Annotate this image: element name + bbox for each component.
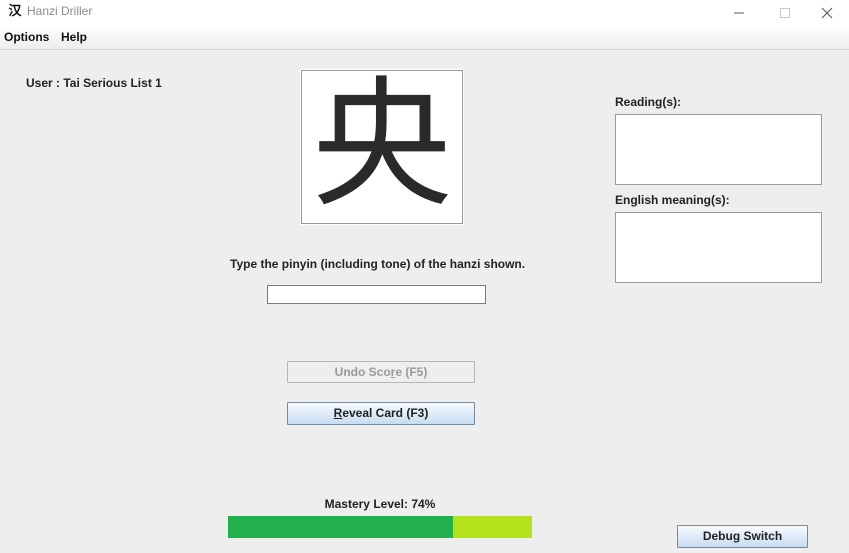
title-bar[interactable]: 汉 Hanzi Driller — [0, 0, 849, 25]
reveal-label-end: eveal Card (F3) — [342, 406, 429, 420]
maximize-button[interactable] — [762, 0, 808, 25]
user-label: User : Tai Serious List 1 — [26, 76, 162, 90]
minimize-icon — [734, 12, 744, 14]
meaning-box — [615, 212, 822, 283]
debug-switch-button[interactable]: Debug Switch — [677, 525, 808, 548]
hanzi-card: 央 — [301, 70, 463, 224]
undo-score-button[interactable]: Undo Score (F5) — [287, 361, 475, 383]
close-icon — [821, 7, 833, 19]
undo-label-end: e (F5) — [395, 365, 428, 379]
prompt-label: Type the pinyin (including tone) of the … — [230, 257, 526, 271]
maximize-icon — [780, 8, 790, 18]
minimize-button[interactable] — [716, 0, 762, 25]
mastery-label: Mastery Level: 74% — [324, 497, 436, 511]
reveal-mnemonic: R — [333, 406, 343, 420]
hanzi-character: 央 — [311, 64, 452, 227]
app-icon: 汉 — [8, 4, 22, 19]
meaning-label: English meaning(s): — [615, 193, 730, 207]
readings-label: Reading(s): — [615, 95, 681, 109]
undo-label-start: Undo Sco — [334, 365, 391, 379]
close-button[interactable] — [804, 0, 849, 25]
mastery-progress-bar — [228, 516, 532, 538]
readings-box — [615, 114, 822, 185]
window-title: Hanzi Driller — [27, 4, 93, 18]
menu-options[interactable]: Options — [4, 30, 49, 44]
menu-bar: Options Help — [0, 25, 849, 50]
reveal-card-button[interactable]: Reveal Card (F3) — [287, 402, 475, 425]
menu-help[interactable]: Help — [61, 30, 87, 44]
mastery-progress-fill — [228, 516, 453, 538]
pinyin-input[interactable] — [267, 285, 486, 304]
